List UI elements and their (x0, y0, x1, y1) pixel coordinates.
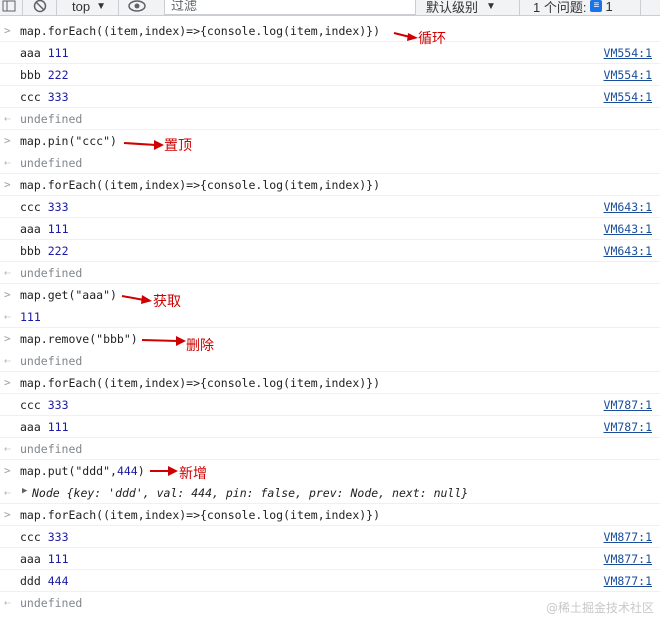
annotation-add: 新增 (179, 466, 207, 482)
annotation-remove: 删除 (186, 338, 214, 354)
watermark: @稀土掘金技术社区 (545, 601, 654, 615)
annotation-get: 获取 (153, 294, 181, 310)
arrow-remove-icon (141, 339, 179, 342)
annotation-loop: 循环 (418, 31, 446, 47)
arrow-pin-icon (123, 142, 157, 146)
annotation-arrows (121, 32, 418, 476)
arrow-get-icon (121, 295, 145, 301)
annotation-pin: 置顶 (164, 138, 192, 154)
